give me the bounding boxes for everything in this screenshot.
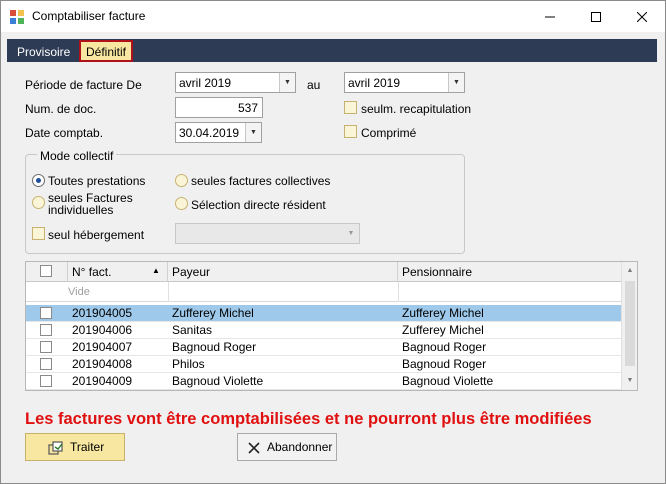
grid-scrollbar[interactable]: ▲ ▼: [621, 262, 637, 390]
tab-provisoire[interactable]: Provisoire: [11, 42, 76, 62]
row-pensionnaire: Bagnoud Roger: [402, 340, 487, 354]
column-payeur[interactable]: Payeur: [168, 262, 398, 282]
row-num: 201904007: [72, 340, 133, 354]
periode-label: Période de facture De: [25, 78, 142, 92]
row-checkbox[interactable]: [40, 341, 52, 353]
row-pensionnaire: Zufferey Michel: [402, 306, 484, 320]
column-num-fact[interactable]: N° fact. ▲: [68, 262, 168, 282]
periode-to-value: avril 2019: [348, 76, 401, 90]
filter-row[interactable]: Vide: [26, 282, 621, 302]
app-icon: [10, 10, 24, 24]
row-payeur: Bagnoud Violette: [172, 374, 264, 388]
table-row[interactable]: 201904009 Bagnoud Violette Bagnoud Viole…: [26, 373, 621, 390]
hebergement-label: seul hébergement: [48, 228, 145, 242]
comprime-label: Comprimé: [361, 126, 417, 140]
row-pensionnaire: Bagnoud Violette: [402, 374, 494, 388]
window-title: Comptabiliser facture: [32, 9, 146, 23]
traiter-button[interactable]: Traiter: [25, 433, 125, 461]
radio-factures-collectives[interactable]: [175, 174, 188, 187]
radio-selection-resident-label: Sélection directe résident: [191, 198, 326, 212]
hebergement-checkbox[interactable]: [32, 227, 45, 240]
mode-collectif-title: Mode collectif: [37, 149, 117, 163]
table-row[interactable]: 201904006 Sanitas Zufferey Michel: [26, 322, 621, 339]
header-select-all[interactable]: [26, 262, 68, 282]
radio-toutes-prestations[interactable]: [32, 174, 45, 187]
table-row[interactable]: 201904008 Philos Bagnoud Roger: [26, 356, 621, 373]
close-button[interactable]: [619, 1, 665, 32]
traiter-label: Traiter: [70, 440, 105, 454]
abandonner-button[interactable]: Abandonner: [237, 433, 337, 461]
tab-strip: Provisoire Définitif: [7, 39, 657, 62]
cancel-icon: [248, 442, 260, 454]
dialog-window: Comptabiliser facture Provisoire Définit…: [0, 0, 666, 484]
row-payeur: Bagnoud Roger: [172, 340, 257, 354]
row-num: 201904008: [72, 357, 133, 371]
maximize-icon: [591, 11, 601, 22]
maximize-button[interactable]: [573, 1, 619, 32]
row-checkbox[interactable]: [40, 324, 52, 336]
close-icon: [637, 11, 647, 22]
grid-header: N° fact. ▲ Payeur Pensionnaire: [26, 262, 621, 282]
title-bar: Comptabiliser facture: [1, 1, 665, 32]
minimize-icon: [545, 16, 555, 17]
row-pensionnaire: Zufferey Michel: [402, 323, 484, 337]
chevron-down-icon[interactable]: ▼: [343, 224, 359, 243]
factures-grid: N° fact. ▲ Payeur Pensionnaire Vide 2019…: [25, 261, 638, 391]
row-pensionnaire: Bagnoud Roger: [402, 357, 487, 371]
hebergement-combo[interactable]: ▼: [175, 223, 360, 244]
row-payeur: Zufferey Michel: [172, 306, 254, 320]
row-payeur: Sanitas: [172, 323, 213, 337]
row-num: 201904005: [72, 306, 133, 320]
tab-definitif[interactable]: Définitif: [79, 40, 134, 62]
date-value: 30.04.2019: [179, 126, 240, 140]
recap-checkbox[interactable]: [344, 101, 357, 114]
table-row[interactable]: 201904005 Zufferey Michel Zufferey Miche…: [26, 305, 621, 322]
periode-from-value: avril 2019: [179, 76, 232, 90]
date-picker[interactable]: 30.04.2019 ▼: [175, 122, 262, 143]
select-all-checkbox[interactable]: [40, 265, 52, 277]
scroll-down-icon[interactable]: ▼: [622, 372, 637, 388]
row-num: 201904009: [72, 374, 133, 388]
scroll-up-icon[interactable]: ▲: [622, 262, 637, 278]
row-payeur: Philos: [172, 357, 205, 371]
au-label: au: [307, 78, 321, 92]
minimize-button[interactable]: [527, 1, 573, 32]
chevron-down-icon[interactable]: ▼: [245, 123, 261, 142]
radio-selection-resident[interactable]: [175, 197, 188, 210]
row-checkbox[interactable]: [40, 358, 52, 370]
process-icon: [48, 441, 63, 455]
row-num: 201904006: [72, 323, 133, 337]
recap-label: seulm. recapitulation: [361, 102, 472, 116]
abandonner-label: Abandonner: [267, 440, 333, 454]
radio-toutes-prestations-label: Toutes prestations: [48, 174, 146, 188]
chevron-down-icon[interactable]: ▼: [448, 73, 464, 92]
scroll-thumb[interactable]: [625, 281, 635, 366]
sort-asc-icon: ▲: [152, 266, 160, 275]
comprime-checkbox[interactable]: [344, 125, 357, 138]
table-row[interactable]: 201904007 Bagnoud Roger Bagnoud Roger: [26, 339, 621, 356]
periode-from-combo[interactable]: avril 2019 ▼: [175, 72, 296, 93]
date-label: Date comptab.: [25, 126, 104, 140]
tab-content: Période de facture De avril 2019 ▼ au av…: [7, 62, 657, 477]
chevron-down-icon[interactable]: ▼: [279, 73, 295, 92]
num-doc-label: Num. de doc.: [25, 102, 97, 116]
column-num-fact-label: N° fact.: [72, 265, 112, 279]
periode-to-combo[interactable]: avril 2019 ▼: [344, 72, 465, 93]
row-checkbox[interactable]: [40, 307, 52, 319]
warning-message: Les factures vont être comptabilisées et…: [25, 410, 592, 428]
radio-factures-collectives-label: seules factures collectives: [191, 174, 331, 188]
column-pensionnaire[interactable]: Pensionnaire: [398, 262, 621, 282]
num-doc-input[interactable]: 537: [175, 97, 263, 118]
radio-factures-individuelles[interactable]: [32, 196, 45, 209]
filter-placeholder: Vide: [68, 286, 90, 298]
row-checkbox[interactable]: [40, 375, 52, 387]
radio-factures-individuelles-label: seules Factures individuelles: [48, 192, 133, 216]
